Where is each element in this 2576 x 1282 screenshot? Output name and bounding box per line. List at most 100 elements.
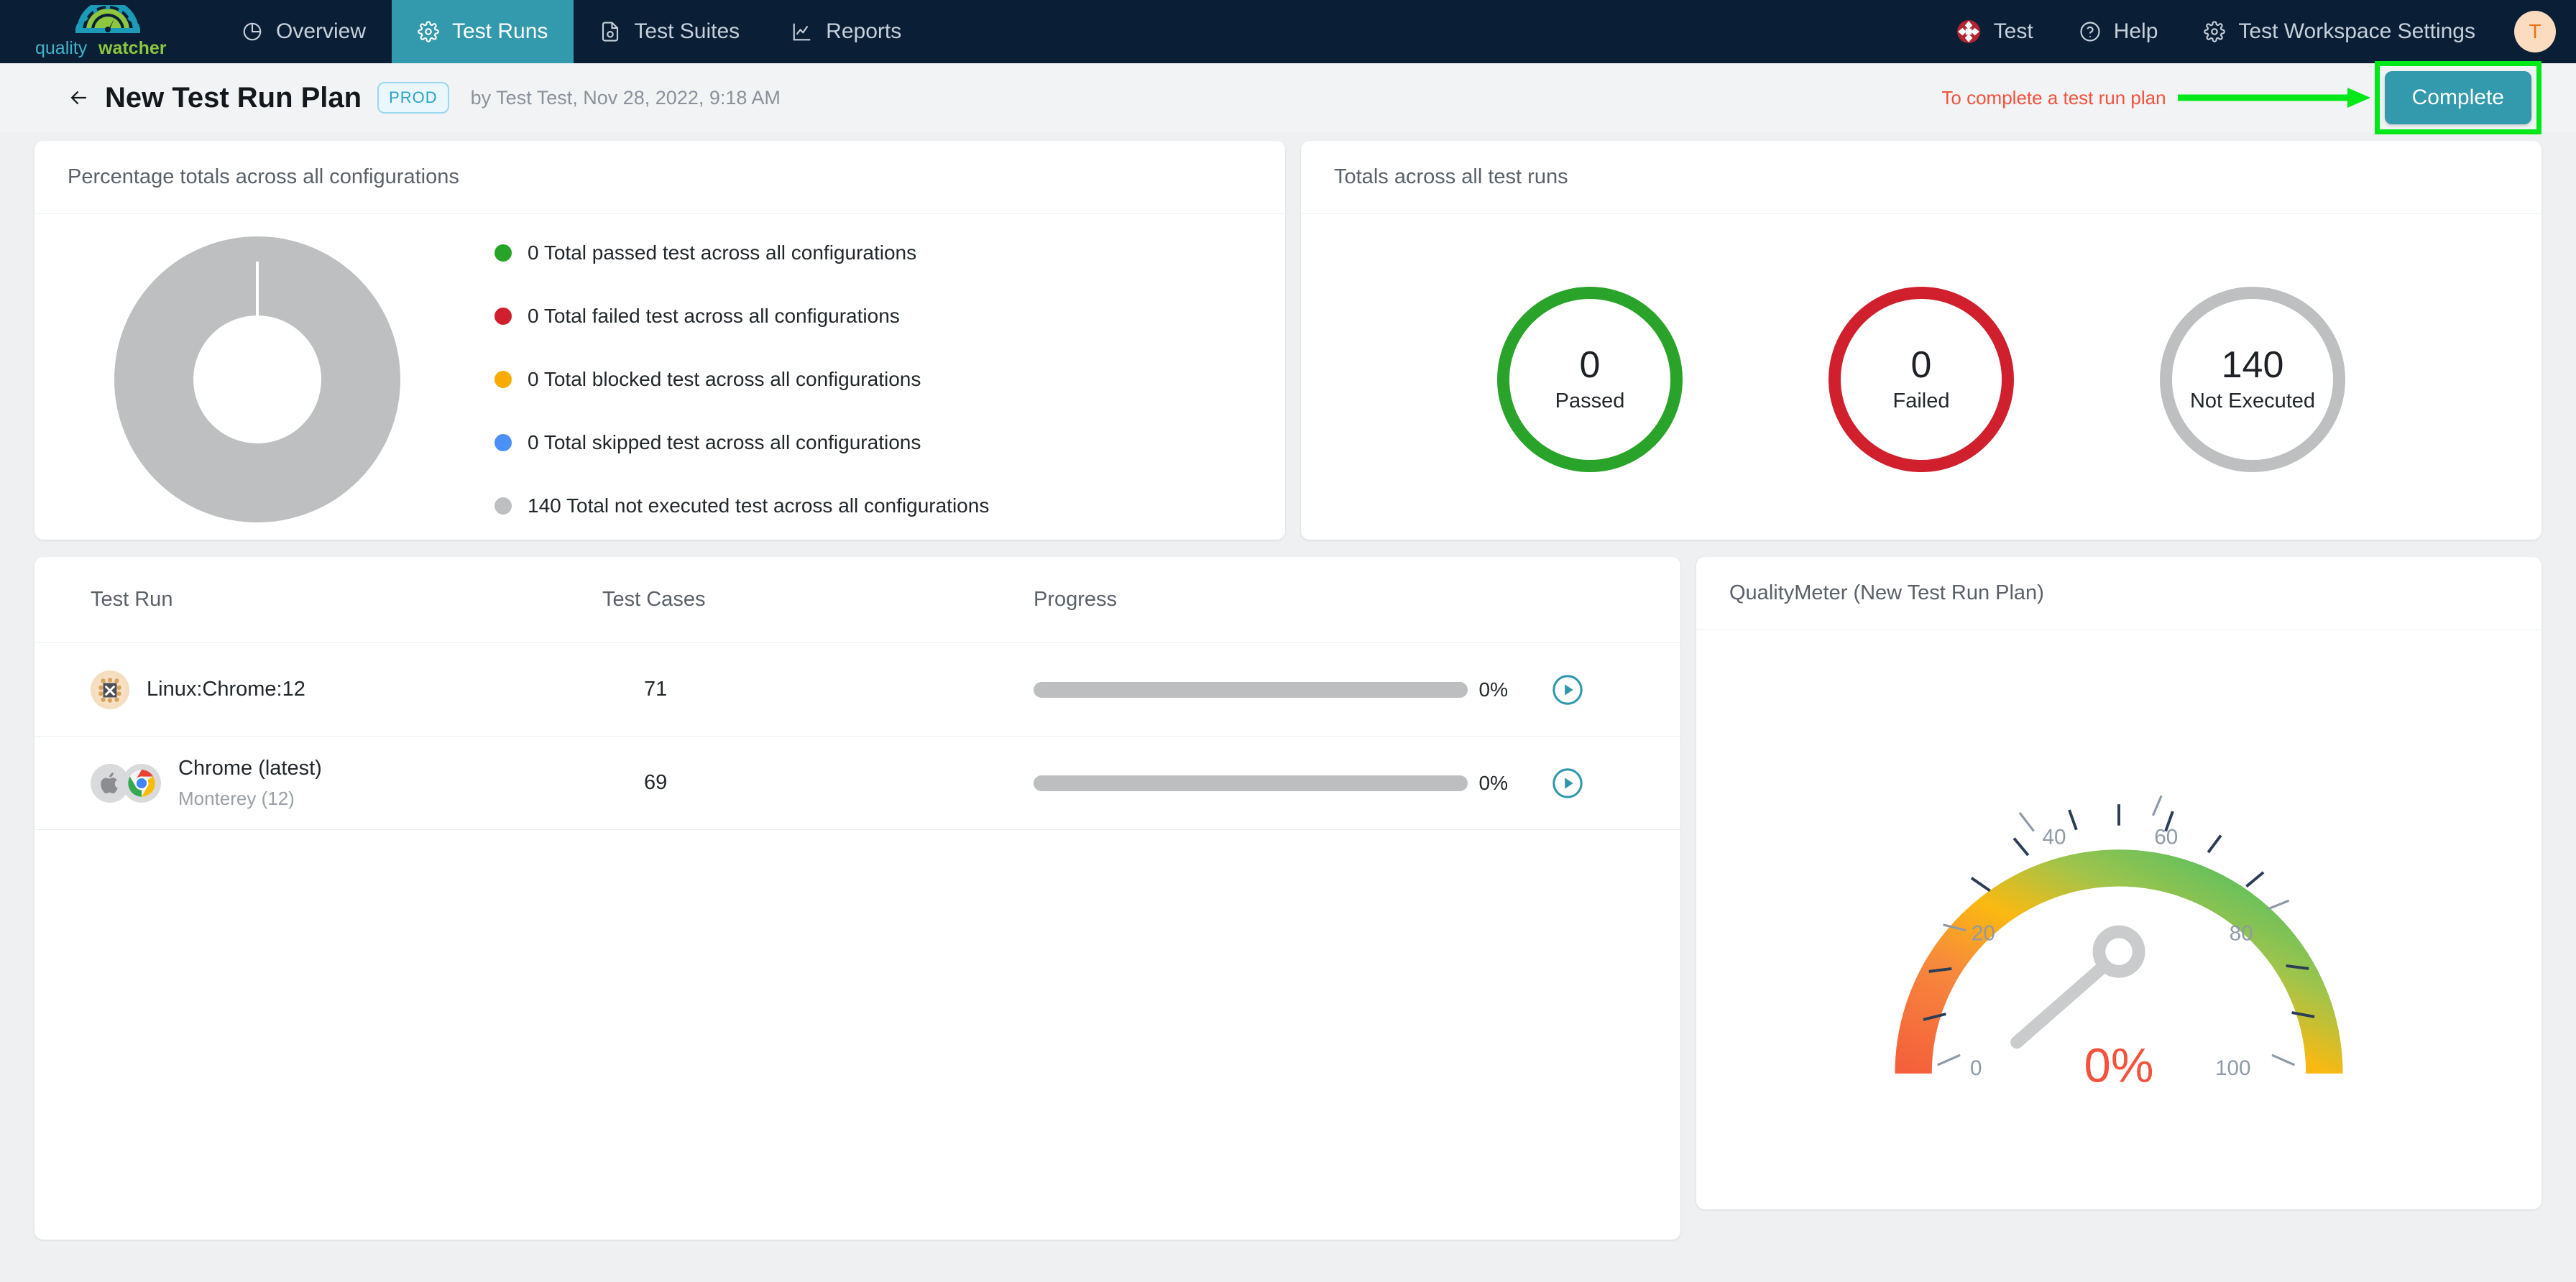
complete-button-highlight: Complete bbox=[2374, 61, 2542, 134]
main-nav: Overview Test Runs Test Suites Reports bbox=[216, 0, 927, 63]
percentage-card-body: 0 Total passed test across all configura… bbox=[34, 214, 1285, 545]
platform-icons bbox=[91, 670, 129, 709]
progress-cell: 0% bbox=[1034, 678, 1508, 701]
gauge-tick-80: 80 bbox=[2230, 921, 2253, 945]
project-badge-icon bbox=[1956, 20, 1980, 43]
gauge-tick-60: 60 bbox=[2154, 825, 2178, 849]
progress-cell: 0% bbox=[1034, 772, 1508, 795]
table-header-row: Test Run Test Cases Progress bbox=[34, 557, 1680, 643]
column-header-test-cases: Test Cases bbox=[602, 588, 706, 611]
donut-chart-svg bbox=[114, 236, 400, 522]
ring-label: Failed bbox=[1892, 389, 1950, 412]
actions-cell bbox=[1508, 767, 1680, 800]
nav-item-reports[interactable]: Reports bbox=[765, 0, 927, 63]
ring-value: 0 bbox=[1579, 344, 1601, 387]
column-header-progress: Progress bbox=[1034, 588, 1118, 611]
detail-row: Test Run Test Cases Progress Linux:Chrom… bbox=[0, 557, 2576, 1240]
gauge-tick-0: 0 bbox=[1970, 1056, 1982, 1080]
nav-item-help[interactable]: Help bbox=[2056, 0, 2181, 63]
nav-label: Reports bbox=[826, 19, 902, 43]
actions-cell bbox=[1508, 673, 1680, 706]
gear-icon bbox=[418, 21, 439, 42]
donut-chart bbox=[34, 236, 480, 523]
gauge-value-label: 0% bbox=[2084, 1039, 2154, 1093]
legend-dot-blocked bbox=[494, 371, 512, 388]
nav-label: Test Suites bbox=[634, 19, 740, 43]
test-cases-count: 71 bbox=[644, 678, 668, 701]
test-run-name: Chrome (latest) bbox=[178, 756, 322, 780]
annotation-arrow-icon bbox=[2177, 85, 2372, 111]
legend-item: 140 Total not executed test across all c… bbox=[494, 494, 1285, 517]
nav-item-workspace-settings[interactable]: Test Workspace Settings bbox=[2181, 0, 2498, 63]
complete-button[interactable]: Complete bbox=[2384, 71, 2531, 124]
nav-right-group: Test Help Test Workspace Settings T bbox=[1933, 0, 2576, 63]
arrow-left-icon[interactable] bbox=[65, 86, 93, 110]
document-check-icon bbox=[599, 21, 621, 42]
test-cases-count: 69 bbox=[644, 771, 668, 794]
gear-icon bbox=[2204, 21, 2226, 42]
legend-dot-skipped bbox=[494, 434, 512, 451]
test-run-names: Chrome (latest) Monterey (12) bbox=[178, 757, 322, 810]
totals-card: Totals across all test runs 0 Passed 0 F… bbox=[1301, 141, 2542, 540]
progress-value: 0% bbox=[1478, 771, 1508, 794]
percentage-totals-card: Percentage totals across all configurati… bbox=[34, 141, 1285, 540]
table-row[interactable]: Chrome (latest) Monterey (12) 69 0% bbox=[34, 737, 1680, 830]
legend-label: 0 Total passed test across all configura… bbox=[528, 241, 917, 264]
legend-item: 0 Total skipped test across all configur… bbox=[494, 431, 1285, 454]
nav-item-project-test[interactable]: Test bbox=[1933, 0, 2056, 63]
table-row[interactable]: Linux:Chrome:12 71 0% bbox=[34, 643, 1680, 737]
ring-label: Not Executed bbox=[2189, 389, 2316, 412]
nav-item-test-suites[interactable]: Test Suites bbox=[574, 0, 765, 63]
env-badge: PROD bbox=[377, 82, 449, 114]
brand-logo[interactable]: quality watcher bbox=[0, 0, 216, 63]
gauge-tick-20: 20 bbox=[1972, 921, 1995, 945]
logo-text-quality: quality bbox=[35, 38, 88, 58]
legend-label: 0 Total skipped test across all configur… bbox=[528, 431, 921, 453]
avatar[interactable]: T bbox=[2514, 11, 2556, 52]
legend-item: 0 Total passed test across all configura… bbox=[494, 241, 1285, 264]
ring-passed: 0 Passed bbox=[1497, 287, 1683, 472]
test-run-cell: Chrome (latest) Monterey (12) bbox=[91, 757, 602, 810]
play-circle-icon[interactable] bbox=[1551, 673, 1584, 706]
legend-item: 0 Total blocked test across all configur… bbox=[494, 368, 1285, 391]
test-runs-table: Test Run Test Cases Progress Linux:Chrom… bbox=[34, 557, 1680, 1240]
nav-item-test-runs[interactable]: Test Runs bbox=[392, 0, 574, 63]
ring-failed: 0 Failed bbox=[1828, 287, 2014, 472]
platform-icons bbox=[91, 763, 161, 803]
gauge-chart: 0 20 40 60 80 100 0% bbox=[1895, 795, 2343, 1093]
progress-value: 0% bbox=[1478, 678, 1508, 701]
line-chart-icon bbox=[791, 21, 813, 42]
gauge-tick-100: 100 bbox=[2215, 1056, 2250, 1080]
logo-text-watcher: watcher bbox=[98, 38, 167, 58]
progress-bar bbox=[1034, 681, 1468, 698]
chrome-icon bbox=[122, 763, 161, 803]
legend-dot-passed bbox=[494, 244, 512, 262]
qualitywatcher-logo-icon: quality watcher bbox=[35, 5, 167, 58]
byline: by Test Test, Nov 28, 2022, 9:18 AM bbox=[470, 86, 781, 109]
annotation-text: To complete a test run plan bbox=[1941, 86, 2166, 109]
legend-dot-failed bbox=[494, 308, 512, 325]
legend-label: 0 Total blocked test across all configur… bbox=[528, 368, 921, 390]
nav-label: Help bbox=[2113, 19, 2158, 43]
ring-not-executed: 140 Not Executed bbox=[2160, 287, 2345, 472]
donut-legend: 0 Total passed test across all configura… bbox=[480, 241, 1285, 517]
percentage-card-title: Percentage totals across all configurati… bbox=[34, 141, 1285, 214]
legend-item: 0 Total failed test across all configura… bbox=[494, 305, 1285, 328]
qualitymeter-title: QualityMeter (New Test Run Plan) bbox=[1696, 557, 2542, 630]
nav-item-overview[interactable]: Overview bbox=[216, 0, 392, 63]
legend-dot-not-executed bbox=[494, 497, 512, 515]
column-header-test-run: Test Run bbox=[91, 588, 173, 611]
chip-icon bbox=[91, 670, 129, 709]
annotation-group: To complete a test run plan Complete bbox=[1941, 61, 2542, 134]
totals-card-body: 0 Passed 0 Failed 140 Not Executed bbox=[1301, 214, 2542, 545]
nav-label: Test Runs bbox=[452, 19, 548, 43]
gauge-tick-40: 40 bbox=[2043, 825, 2066, 849]
qualitymeter-card: QualityMeter (New Test Run Plan) 0 20 40… bbox=[1696, 557, 2542, 1209]
play-circle-icon[interactable] bbox=[1551, 767, 1584, 800]
nav-label: Test Workspace Settings bbox=[2238, 19, 2475, 43]
legend-label: 0 Total failed test across all configura… bbox=[528, 305, 900, 327]
test-run-names: Linux:Chrome:12 bbox=[147, 678, 305, 701]
ring-value: 140 bbox=[2221, 344, 2284, 387]
legend-label: 140 Total not executed test across all c… bbox=[528, 494, 990, 517]
nav-label: Test bbox=[1993, 19, 2033, 43]
